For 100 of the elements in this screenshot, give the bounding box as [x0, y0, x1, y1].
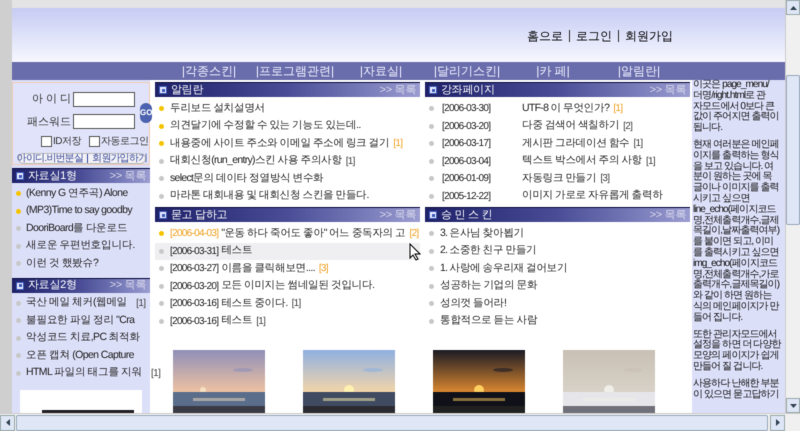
- list-link[interactable]: 텍스트 박스에서 주의 사항: [522, 153, 642, 170]
- checkbox-label: ID저장: [53, 135, 81, 149]
- list-link[interactable]: 불필요한 파일 정리 "Cra: [26, 312, 134, 329]
- list-link[interactable]: 테스트: [221, 313, 252, 330]
- list-link[interactable]: 악성코드 치료,PC 최적화: [26, 330, 140, 346]
- nav-link[interactable]: |프로그램관련|: [256, 62, 334, 80]
- list-link[interactable]: 이런 것 했봤슈?: [26, 256, 98, 272]
- scroll-right-button[interactable]: [770, 414, 785, 430]
- vertical-scrollbar[interactable]: [785, 0, 800, 413]
- list-row[interactable]: [2006-03-16] 테스트 중이다. [1]: [155, 295, 420, 312]
- list-link[interactable]: 새로운 우편번호입니다.: [26, 238, 135, 254]
- list-link[interactable]: (Kenny G 연주곡) Alone: [26, 186, 128, 202]
- note-text: 목길이,날짜출력여부): [693, 226, 780, 236]
- account-link[interactable]: 회원가입하기: [87, 154, 148, 163]
- section-title: 묻고 답하고: [171, 208, 228, 223]
- scroll-thumb[interactable]: [16, 414, 768, 430]
- list-link[interactable]: 테스트 중이다.: [221, 296, 288, 312]
- list-link[interactable]: 자동링크 만들기: [522, 170, 596, 187]
- nav-link[interactable]: |알림란|: [618, 62, 660, 80]
- header-link[interactable]: 로그인: [569, 30, 612, 42]
- nav-link[interactable]: |자료실|: [360, 62, 402, 80]
- password-field[interactable]: [73, 114, 135, 130]
- note-text: 분이 원하는 곳에 목: [693, 172, 772, 182]
- id-field[interactable]: [73, 92, 135, 107]
- bullet-icon: [16, 172, 24, 180]
- account-link[interactable]: 아이디.비번분실: [16, 154, 84, 163]
- list-link[interactable]: 이름을 클릭해보면....: [221, 260, 315, 277]
- list-link[interactable]: 이미지 가로로 자유롭게 출력하: [522, 188, 663, 204]
- header-link[interactable]: 홈으로: [527, 30, 563, 42]
- post-date: [2006-01-09]: [442, 172, 492, 186]
- checkbox[interactable]: [41, 136, 52, 147]
- list-link[interactable]: DooriBoard를 다운로드: [26, 220, 128, 237]
- note-text: 시키고 싶으면: [693, 194, 750, 204]
- comment-count: [1]: [646, 154, 655, 169]
- id-label: 아 이 디: [30, 92, 71, 107]
- header-link[interactable]: 회원가입: [618, 30, 673, 42]
- bullet-icon: [16, 282, 24, 290]
- note-text: 를 출력시키고 싶으면: [693, 248, 780, 258]
- comment-count: [2]: [623, 120, 632, 134]
- note-text: 자모드에서 0보다 큰: [693, 102, 774, 112]
- list-link[interactable]: 2. 소중한 친구 만들기: [440, 243, 536, 260]
- note-text: 을 보고 있습니다. 여: [693, 162, 774, 172]
- note-text: img_echo(페이지코드: [693, 258, 778, 269]
- list-link[interactable]: 오픈 캡쳐 (Open Capture: [26, 348, 134, 364]
- list-row[interactable]: [2006-03-31] 테스트: [155, 242, 420, 260]
- nav-link[interactable]: |달리기스킨|: [434, 62, 500, 80]
- scroll-down-button[interactable]: [786, 398, 800, 413]
- post-date: [2006-04-03]: [170, 227, 218, 242]
- list-link[interactable]: select문의 데이타 정열방식 변수화: [170, 170, 324, 187]
- checkbox[interactable]: [89, 136, 100, 147]
- comment-count: [3]: [318, 262, 328, 276]
- nav-link[interactable]: |카 페|: [536, 62, 570, 80]
- list-link[interactable]: 성의껏 들어라!: [440, 296, 506, 312]
- post-date: [2006-03-30]: [442, 102, 492, 116]
- checkbox-label: 자동로그인: [101, 135, 148, 149]
- scroll-thumb[interactable]: [786, 75, 800, 225]
- note-text: 사용하다 난해한 부분: [693, 378, 780, 390]
- nav-link[interactable]: |각종스킨|: [182, 62, 236, 80]
- list-link[interactable]: 마라톤 대회내용 및 대회신청 스킨을 만들다.: [170, 188, 369, 204]
- list-link[interactable]: 1. 사랑에 송우리재 걸어보기: [440, 260, 568, 277]
- bullet-icon: [159, 86, 167, 94]
- scroll-up-button[interactable]: [786, 0, 800, 15]
- list-link[interactable]: 테스트: [221, 243, 252, 260]
- note-text: 명,전체출력개수,가로: [693, 270, 779, 280]
- note-text: 설정을 하면 더 다양한: [693, 340, 782, 350]
- note-text: 를 붙이면 되고, 이미: [693, 237, 774, 248]
- post-date: [2006-03-16]: [170, 297, 218, 312]
- list-link[interactable]: 의견달기에 수정할 수 있는 기능도 있는데..: [170, 118, 361, 134]
- list-link[interactable]: 게시판 그라데이션 함수: [522, 136, 630, 152]
- list-link[interactable]: 성공하는 기업의 문화: [440, 278, 538, 294]
- list-row[interactable]: [2006-03-16] 테스트 [1]: [155, 312, 420, 330]
- list-link[interactable]: (MP3)Time to say goodby: [26, 203, 132, 220]
- scroll-left-button[interactable]: [0, 414, 15, 430]
- list-row[interactable]: [2006-03-20] 모든 이미지는 썸네일된 것입니다.: [155, 278, 420, 295]
- list-link[interactable]: 통합적으로 듣는 사람: [440, 313, 538, 330]
- list-link[interactable]: 대회신청(run_entry)스킨 사용 주의사항: [170, 153, 342, 170]
- horizontal-scrollbar[interactable]: [0, 413, 800, 431]
- comment-count: [1]: [136, 296, 146, 311]
- list-link[interactable]: 국산 메일 체커(웹메일: [26, 295, 128, 312]
- note-text: 모양의 페이지가 쉽게: [693, 351, 780, 362]
- list-row[interactable]: [2006-04-03] "운동 하다 죽어도 좋아" 어느 중독자의 고 [2]: [155, 225, 420, 242]
- list-row[interactable]: [2006-03-27] 이름을 클릭해보면.... [3]: [155, 260, 420, 278]
- list-link[interactable]: 내용중에 사이트 주소와 이메일 주소에 링크 걸기: [170, 136, 390, 152]
- note-text: 들어 집니다.: [693, 312, 744, 324]
- comment-count: [1]: [346, 154, 355, 169]
- list-link[interactable]: "운동 하다 죽어도 좋아" 어느 중독자의 고: [221, 226, 406, 242]
- go-button[interactable]: GO: [140, 103, 152, 123]
- list-link[interactable]: 다중 검색어 색칠하기: [522, 118, 620, 134]
- section-title: 자료실1형: [28, 168, 78, 184]
- note-text: 더명/right.html로 관: [693, 90, 767, 102]
- comment-count: [1]: [292, 297, 301, 312]
- list-link[interactable]: 모든 이미지는 썸네일된 것입니다.: [221, 278, 374, 294]
- note-text: 만들어 질 겁니다.: [693, 362, 764, 373]
- note-text: 식의 메인페이지가 만: [693, 302, 780, 312]
- post-date: [2006-03-27]: [170, 262, 218, 276]
- list-link[interactable]: 3. 은사님 찾아뵙기: [440, 226, 524, 242]
- list-link[interactable]: 두리보드 설치설명서: [170, 100, 265, 117]
- right-arrow-icon: [776, 419, 780, 426]
- list-link[interactable]: UTF-8 이 무엇인가?: [522, 100, 610, 117]
- list-link[interactable]: HTML 파일의 태그를 지워: [26, 365, 142, 382]
